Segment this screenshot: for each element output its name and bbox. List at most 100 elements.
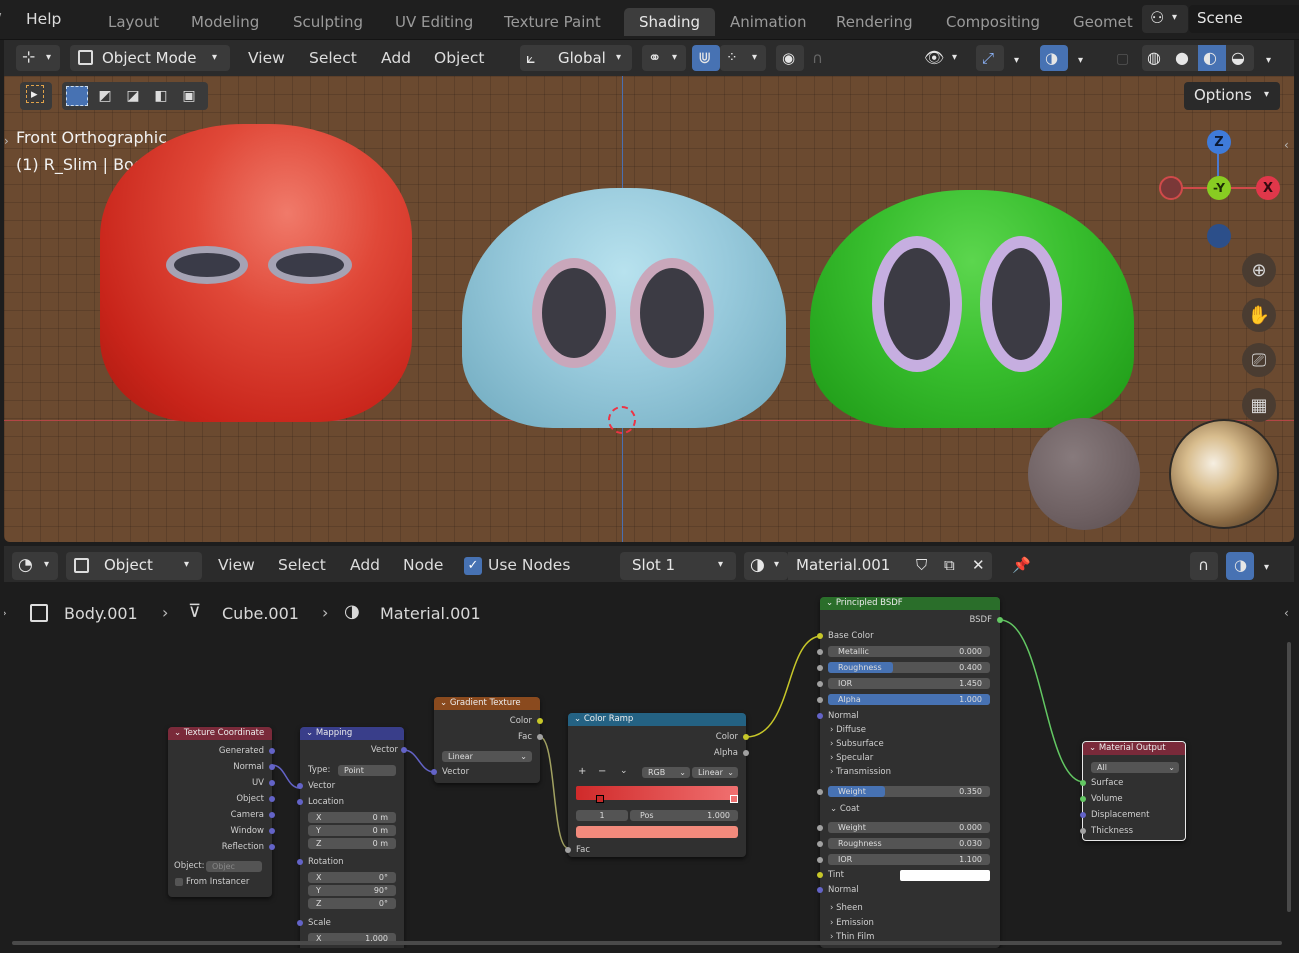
menu-select[interactable]: Select [309,45,357,71]
socket[interactable] [817,789,823,795]
socket[interactable] [1080,828,1086,834]
scene-selector-button[interactable]: ⚇ ▾ [1142,5,1188,33]
panel-sheen[interactable]: › Sheen [830,902,863,914]
vertical-scrollbar[interactable] [1287,642,1291,912]
location-y-field[interactable]: Y 0 m [308,825,396,836]
socket[interactable] [817,887,823,893]
select-extend-icon[interactable]: ◩ [94,86,116,106]
shading-solid[interactable]: ● [1170,45,1198,71]
socket[interactable] [817,633,823,639]
socket[interactable] [817,649,823,655]
render-target-dropdown[interactable]: All ⌄ [1091,762,1179,773]
green-blob-mesh[interactable] [810,190,1134,428]
socket[interactable] [297,920,303,926]
camera-view-icon[interactable]: ⎚ [1242,343,1276,377]
location-x-field[interactable]: X 0 m [308,812,396,823]
location-z-field[interactable]: Z 0 m [308,838,396,849]
menu-add[interactable]: Add [381,45,411,71]
socket[interactable] [817,872,823,878]
snap-toggle[interactable]: ⋓ [692,45,720,71]
texture-coordinate-node[interactable]: ⌄ Texture Coordinate Generated Normal UV… [168,727,275,897]
alpha-slider[interactable]: Alpha 1.000 [828,694,990,705]
material-output-node[interactable]: ⌄ Material Output All ⌄ Surface Volume Di… [1080,741,1186,841]
visibility-button[interactable]: 👁 ▾ [920,45,966,71]
stop-index-field[interactable]: 1 [576,810,628,821]
node-menu-add[interactable]: Add [350,552,380,578]
socket[interactable] [1080,780,1086,786]
chevron-down-icon[interactable]: ⌄ [620,766,628,776]
socket[interactable] [565,847,571,853]
menu-fragment[interactable]: / [0,6,1,32]
roughness-slider[interactable]: Roughness 0.400 [828,662,990,673]
pin-button[interactable]: 📌 [1004,552,1032,580]
tab-rendering[interactable]: Rendering [828,8,921,36]
socket[interactable] [297,783,303,789]
color-mode-dropdown[interactable]: RGB ⌄ [642,767,690,778]
socket[interactable] [269,764,275,770]
tab-shading[interactable]: Shading [624,8,715,36]
socket[interactable] [431,769,437,775]
shading-material-preview[interactable]: ◐ [1198,45,1226,71]
type-dropdown[interactable]: Point [338,765,396,776]
use-nodes-checkbox[interactable]: ✓ [464,557,482,575]
gizmo-z-button[interactable]: Z [1207,130,1231,154]
principled-bsdf-node[interactable]: ⌄ Principled BSDF BSDF Base Color Metall… [817,597,1003,948]
gizmo-neg-z-button[interactable] [1207,224,1231,248]
gizmo-neg-x-button[interactable] [1159,176,1183,200]
socket[interactable] [1080,812,1086,818]
shading-rendered[interactable]: ◒ [1226,45,1254,71]
mapping-node[interactable]: ⌄ Mapping Vector Type: Point Vector Loca… [297,727,407,948]
blue-blob-mesh[interactable] [462,188,786,428]
panel-specular[interactable]: › Specular [830,752,873,764]
slot-dropdown[interactable]: Slot 1 ▾ [620,552,736,580]
from-instancer-checkbox[interactable] [175,878,183,886]
socket[interactable] [269,748,275,754]
socket[interactable] [269,828,275,834]
tint-color-swatch[interactable] [900,870,990,881]
perspective-grid-icon[interactable]: ▦ [1242,388,1276,422]
duplicate-material-button[interactable]: ⧉ [936,552,964,580]
socket[interactable] [817,665,823,671]
snap-node-button[interactable]: ∩ [1190,552,1218,580]
3d-cursor[interactable] [608,406,636,434]
tab-texture-paint[interactable]: Texture Paint [496,8,609,36]
shading-dropdown[interactable]: ▾ [1258,45,1278,71]
3d-viewport[interactable]: ▸ ◩ ◪ ◧ ▣ Options ▾ Front Orthographic (… [4,76,1294,542]
mode-dropdown[interactable]: Object Mode ▾ [70,45,230,71]
panel-diffuse[interactable]: › Diffuse [830,724,866,736]
node-overlay-dropdown[interactable]: ▾ [1256,552,1276,580]
rotation-z-field[interactable]: Z 0° [308,898,396,909]
select-subtract-icon[interactable]: ◪ [122,86,144,106]
socket[interactable] [743,750,749,756]
rotation-x-field[interactable]: X 0° [308,872,396,883]
node-menu-view[interactable]: View [218,552,255,578]
socket[interactable] [297,859,303,865]
stop-color-swatch[interactable] [576,826,738,838]
ramp-stop-0[interactable] [596,795,604,803]
menu-help[interactable]: Help [26,6,61,32]
fake-user-button[interactable]: ⛉ [908,552,936,580]
object-field[interactable]: Objec [206,861,262,872]
options-dropdown[interactable]: Options ▾ [1184,82,1280,110]
node-editor-type-button[interactable]: ◔ ▾ [12,552,58,580]
tab-compositing[interactable]: Compositing [938,8,1048,36]
scene-name-field[interactable]: Scene [1189,5,1299,33]
unlink-material-button[interactable]: ✕ [964,552,992,580]
menu-view[interactable]: View [248,45,285,71]
gizmo-x-button[interactable]: X [1256,176,1280,200]
socket[interactable] [537,734,543,740]
editor-type-button[interactable]: ⊹ ▾ [16,45,60,71]
color-ramp-node[interactable]: ⌄ Color Ramp Color Alpha + − ⌄ RGB ⌄ Line… [565,713,749,857]
tab-uv-editing[interactable]: UV Editing [387,8,481,36]
snap-target-button[interactable]: ⁘ ▾ [720,45,766,71]
shader-type-dropdown[interactable]: Object ▾ [66,552,202,580]
metallic-slider[interactable]: Metallic 0.000 [828,646,990,657]
select-invert-icon[interactable]: ◧ [150,86,172,106]
pivot-point-button[interactable]: ⚭ ▾ [642,45,686,71]
shading-wireframe[interactable]: ◍ [1142,45,1170,71]
tab-sculpting[interactable]: Sculpting [285,8,371,36]
socket[interactable] [269,844,275,850]
browse-material-button[interactable]: ◑ ▾ [744,552,788,580]
sidebar-expand-arrow[interactable]: ‹ [1284,138,1289,152]
coat-weight-slider[interactable]: Weight 0.000 [828,822,990,833]
